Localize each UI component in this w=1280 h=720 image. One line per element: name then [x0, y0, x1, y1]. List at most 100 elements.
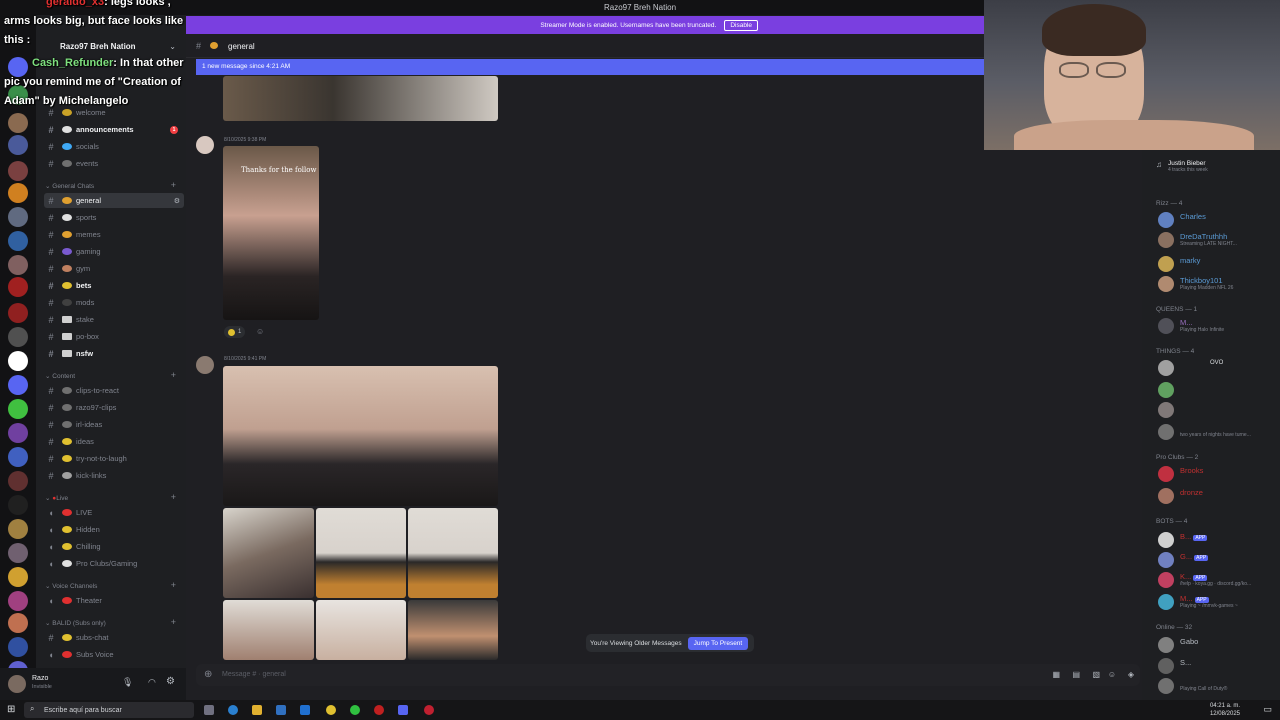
add-reaction-icon[interactable]: ☺ — [256, 327, 264, 336]
avatar[interactable] — [196, 356, 214, 374]
channel-announcements[interactable]: # announcements 1 — [44, 122, 184, 137]
server-icon[interactable] — [8, 471, 28, 491]
chevron-down-icon[interactable]: ⌄ — [169, 42, 176, 51]
voice-channel-subs-voice[interactable]: ◖ Subs Voice — [44, 647, 184, 662]
server-icon[interactable] — [8, 543, 28, 563]
server-icon[interactable] — [8, 327, 28, 347]
channel-po-box[interactable]: # po-box — [44, 329, 184, 344]
member-item[interactable]: K... APP/help · koya.gg · discord.gg/ko.… — [1158, 572, 1251, 588]
message-image[interactable] — [223, 600, 314, 660]
add-channel-icon[interactable]: + — [171, 370, 176, 380]
member-item[interactable]: OVO — [1158, 360, 1223, 376]
category-live[interactable]: ⌄ ●Live — [45, 494, 68, 502]
notification-icon[interactable]: ▭ — [1263, 704, 1272, 715]
message-image[interactable] — [408, 508, 498, 598]
channel-sports[interactable]: # sports — [44, 210, 184, 225]
channel-subs-chat[interactable]: # subs-chat — [44, 630, 184, 645]
message-image[interactable] — [223, 508, 314, 598]
server-icon[interactable] — [8, 375, 28, 395]
add-channel-icon[interactable]: + — [171, 580, 176, 590]
message-image[interactable] — [223, 366, 498, 506]
category-voice-channels[interactable]: ⌄ Voice Channels — [45, 582, 97, 590]
message-image[interactable]: Thanks for the follow — [223, 146, 319, 320]
server-icon[interactable] — [8, 399, 28, 419]
channel-gaming[interactable]: # gaming — [44, 244, 184, 259]
headphones-icon[interactable]: ◠ — [148, 677, 156, 688]
channel-gym[interactable]: # gym — [44, 261, 184, 276]
emoji-picker-icon[interactable]: ☺ — [1108, 664, 1116, 686]
store-icon[interactable] — [276, 705, 286, 715]
member-item[interactable]: DreDaTruthhh Streaming LATE NIGHT... — [1158, 232, 1237, 248]
server-icon[interactable] — [8, 57, 28, 77]
spotify-icon[interactable] — [350, 705, 360, 715]
add-channel-icon[interactable]: + — [171, 492, 176, 502]
settings-icon[interactable]: ⚙ — [174, 197, 180, 205]
server-icon[interactable] — [8, 567, 28, 587]
member-item[interactable]: S... — [1158, 658, 1191, 674]
server-icon[interactable] — [8, 303, 28, 323]
clock[interactable]: 04:21 a. m. 12/08/2025 — [1210, 702, 1240, 718]
server-icon[interactable] — [8, 591, 28, 611]
member-item[interactable] — [1158, 382, 1174, 398]
task-view-icon[interactable] — [204, 705, 214, 715]
now-playing-card[interactable]: ♫ Justin Bieber 4 tracks this week — [1156, 160, 1208, 173]
member-item[interactable]: Gabo — [1158, 637, 1198, 653]
member-item[interactable]: M... APP Playing ~ /mmvk-games ~ — [1158, 594, 1238, 610]
member-item[interactable] — [1158, 402, 1174, 418]
message-image[interactable] — [316, 600, 406, 660]
apps-icon[interactable]: ◈ — [1128, 664, 1134, 686]
channel-welcome[interactable]: # welcome — [44, 105, 184, 120]
taskbar-search[interactable]: ⌕ Escribe aquí para buscar — [24, 702, 194, 718]
category-content[interactable]: ⌄ Content — [45, 372, 75, 380]
disable-streamer-mode-button[interactable]: Disable — [724, 19, 758, 31]
mail-icon[interactable] — [300, 705, 310, 715]
message-image[interactable] — [408, 600, 498, 660]
server-icon[interactable] — [8, 277, 28, 297]
server-icon[interactable] — [8, 519, 28, 539]
server-icon[interactable] — [8, 447, 28, 467]
server-icon[interactable] — [8, 255, 28, 275]
channel-memes[interactable]: # memes — [44, 227, 184, 242]
member-item[interactable]: two years of nights have turne... — [1158, 424, 1251, 440]
channel-stake[interactable]: # stake — [44, 312, 184, 327]
jump-to-present-button[interactable]: Jump To Present — [687, 636, 749, 650]
server-icon[interactable] — [8, 613, 28, 633]
channel-general[interactable]: # general ⚙ — [44, 193, 184, 208]
app-icon[interactable] — [424, 705, 434, 715]
channel-ideas[interactable]: # ideas — [44, 434, 184, 449]
server-icon[interactable] — [8, 351, 28, 371]
settings-icon[interactable]: ⚙ — [166, 676, 175, 687]
avatar[interactable] — [196, 136, 214, 154]
category-general-chats[interactable]: ⌄ General Chats — [45, 182, 94, 190]
member-item[interactable]: Thickboy101 Playing Madden NFL 26 — [1158, 276, 1233, 292]
server-icon[interactable] — [8, 113, 28, 133]
channel-try-not-to-laugh[interactable]: # try-not-to-laugh — [44, 451, 184, 466]
gif-icon[interactable]: ▤ — [1072, 664, 1080, 686]
server-icon[interactable] — [8, 495, 28, 515]
category-subs[interactable]: ⌄ BALID (Subs only) — [45, 619, 106, 627]
server-icon[interactable] — [8, 423, 28, 443]
voice-channel-chilling[interactable]: ◖ Chilling — [44, 539, 184, 554]
channel-bets[interactable]: # bets — [44, 278, 184, 293]
member-item[interactable]: G... APP — [1158, 552, 1209, 568]
file-explorer-icon[interactable] — [252, 705, 262, 715]
server-icon[interactable] — [8, 183, 28, 203]
server-icon[interactable] — [8, 207, 28, 227]
windows-start-icon[interactable]: ⊞ — [7, 704, 15, 715]
channel-socials[interactable]: # socials — [44, 139, 184, 154]
member-item[interactable]: Brooks — [1158, 466, 1203, 482]
add-channel-icon[interactable]: + — [171, 180, 176, 190]
member-item[interactable]: marky — [1158, 256, 1200, 272]
chrome-icon[interactable] — [326, 705, 336, 715]
voice-channel-pro-clubs[interactable]: ◖ Pro Clubs/Gaming — [44, 556, 184, 571]
server-name[interactable]: Razo97 Breh Nation — [60, 42, 136, 51]
add-attachment-icon[interactable]: ⊕ — [204, 664, 212, 686]
server-icon[interactable] — [8, 161, 28, 181]
channel-clips-to-react[interactable]: # clips-to-react — [44, 383, 184, 398]
edge-icon[interactable] — [228, 705, 238, 715]
gift-icon[interactable]: ▦ — [1052, 664, 1060, 686]
member-item[interactable]: M... Playing Halo Infinite — [1158, 318, 1224, 334]
voice-channel-theater[interactable]: ◖ Theater — [44, 593, 184, 608]
channel-irl-ideas[interactable]: # irl-ideas — [44, 417, 184, 432]
member-item[interactable]: Charles — [1158, 212, 1206, 228]
